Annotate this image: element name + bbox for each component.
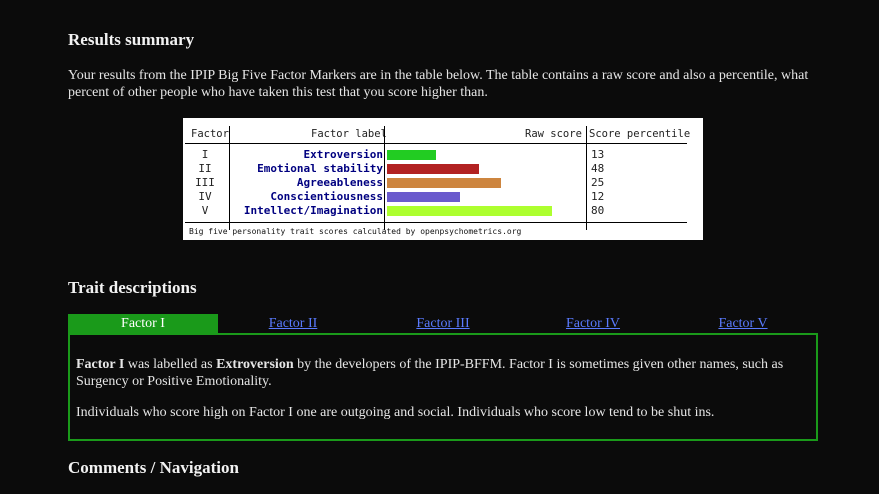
factor-label: Extroversion xyxy=(303,148,383,161)
factor-number: II xyxy=(198,162,212,175)
tab-factor-ii[interactable]: Factor II xyxy=(218,314,368,334)
bold-text: Extroversion xyxy=(216,357,294,372)
factor-tabs: Factor I Factor II Factor III Factor IV … xyxy=(68,314,818,334)
factor-label: Conscientiousness xyxy=(270,190,383,203)
raw-score-bar xyxy=(387,192,460,202)
header-raw-score: Raw score xyxy=(525,128,582,140)
score-row: I Extroversion 13 xyxy=(183,148,703,162)
raw-score-bar xyxy=(387,164,479,174)
tab-factor-v[interactable]: Factor V xyxy=(668,314,818,334)
score-row: V Intellect/Imagination 80 xyxy=(183,204,703,218)
score-percentile: 25 xyxy=(591,176,605,189)
description-text: was labelled as xyxy=(124,357,217,372)
score-row: II Emotional stability 48 xyxy=(183,162,703,176)
trait-description-panel: Factor I was labelled as Extroversion by… xyxy=(68,333,818,441)
divider xyxy=(185,222,687,223)
raw-score-bar xyxy=(387,206,552,216)
chart-caption: Big five personality trait scores calcul… xyxy=(189,227,522,236)
factor-label: Emotional stability xyxy=(257,162,383,175)
score-row: IV Conscientiousness 12 xyxy=(183,190,703,204)
score-percentile: 12 xyxy=(591,190,605,203)
factor-label: Intellect/Imagination xyxy=(243,204,383,217)
results-summary-heading: Results summary xyxy=(68,30,195,49)
score-percentile: 48 xyxy=(591,162,605,175)
results-intro-text: Your results from the IPIP Big Five Fact… xyxy=(68,68,809,100)
factor-number: V xyxy=(201,204,209,217)
tab-factor-iv[interactable]: Factor IV xyxy=(518,314,668,334)
score-row: III Agreeableness 25 xyxy=(183,176,703,190)
comments-navigation-heading: Comments / Navigation xyxy=(68,458,239,477)
factor-label: Agreeableness xyxy=(296,176,383,189)
raw-score-bar xyxy=(387,150,436,160)
raw-score-bar xyxy=(387,178,501,188)
factor-number: I xyxy=(201,148,209,161)
trait-description-paragraph: Individuals who score high on Factor I o… xyxy=(76,405,715,420)
score-percentile: 13 xyxy=(591,148,605,161)
score-percentile: 80 xyxy=(591,204,605,217)
tab-factor-i[interactable]: Factor I xyxy=(68,314,218,334)
bold-text: Factor I xyxy=(76,357,125,372)
trait-description-paragraph: Factor I was labelled as Extroversion by… xyxy=(76,356,810,390)
header-factor: Factor xyxy=(191,128,229,140)
trait-descriptions-heading: Trait descriptions xyxy=(68,278,197,297)
divider xyxy=(185,143,687,144)
score-chart-image: Factor Factor label Raw score Score perc… xyxy=(183,118,703,240)
header-score-percentile: Score percentile xyxy=(589,128,691,140)
tab-factor-iii[interactable]: Factor III xyxy=(368,314,518,334)
factor-number: III xyxy=(195,176,215,189)
header-factor-label: Factor label xyxy=(311,128,387,140)
factor-number: IV xyxy=(198,190,212,203)
